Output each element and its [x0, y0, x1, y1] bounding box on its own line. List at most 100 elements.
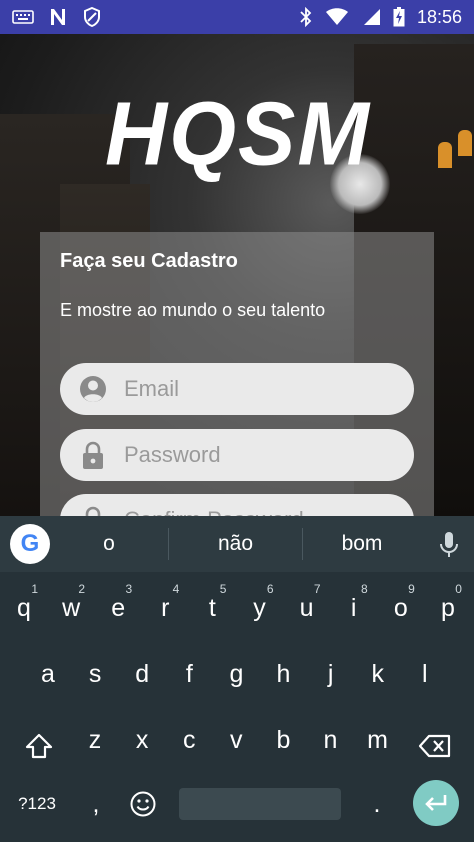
- key-p[interactable]: p0: [426, 578, 470, 638]
- key-number-hint: 1: [31, 582, 38, 596]
- key-label: k: [371, 659, 384, 688]
- period-key[interactable]: .: [355, 774, 399, 834]
- key-o[interactable]: o9: [379, 578, 423, 638]
- status-time: 18:56: [416, 6, 462, 27]
- blocked-icon: [82, 7, 102, 27]
- key-label: b: [276, 725, 291, 754]
- soft-keyboard: G o não bom ?123 , . q1w2e3r4t5y6u7i8o9p…: [0, 516, 474, 842]
- key-x[interactable]: x: [120, 710, 164, 770]
- key-g[interactable]: g: [214, 644, 258, 704]
- key-label: i: [350, 593, 357, 622]
- wifi-icon: [325, 8, 349, 26]
- key-e[interactable]: e3: [96, 578, 140, 638]
- signup-title: Faça seu Cadastro: [60, 250, 238, 272]
- person-icon: [78, 374, 108, 404]
- key-label: f: [185, 659, 193, 688]
- key-label: u: [299, 593, 314, 622]
- key-number-hint: 0: [455, 582, 462, 596]
- key-number-hint: 6: [266, 582, 274, 596]
- key-h[interactable]: h: [262, 644, 306, 704]
- google-icon[interactable]: G: [10, 524, 50, 564]
- key-label: j: [327, 659, 334, 688]
- email-placeholder: Email: [124, 376, 180, 401]
- suggestion-3[interactable]: bom: [303, 516, 421, 572]
- key-label: e: [111, 593, 126, 622]
- app-logo: HQSM: [105, 83, 371, 185]
- key-a[interactable]: a: [26, 644, 70, 704]
- key-label: c: [182, 725, 196, 754]
- key-label: q: [17, 593, 31, 622]
- n-notification-icon: [48, 7, 68, 27]
- symbols-key[interactable]: ?123: [8, 774, 66, 834]
- key-u[interactable]: u7: [285, 578, 329, 638]
- key-number-hint: 3: [125, 582, 133, 596]
- emoji-key[interactable]: [121, 774, 165, 834]
- suggestion-2[interactable]: não: [169, 516, 302, 572]
- key-label: l: [422, 659, 428, 688]
- key-number-hint: 7: [313, 582, 321, 596]
- battery-charging-icon: [393, 7, 405, 27]
- key-w[interactable]: w2: [49, 578, 93, 638]
- password-placeholder: Password: [124, 442, 221, 467]
- signup-card: Faça seu Cadastro E mostre ao mundo o se…: [40, 232, 434, 516]
- key-z[interactable]: z: [73, 710, 117, 770]
- key-b[interactable]: b: [261, 710, 305, 770]
- microphone-icon[interactable]: [436, 530, 462, 560]
- key-t[interactable]: t5: [190, 578, 234, 638]
- space-bar[interactable]: [179, 788, 341, 820]
- key-label: p: [440, 593, 455, 622]
- key-label: t: [208, 593, 216, 622]
- suggestion-strip: G o não bom: [0, 516, 474, 572]
- key-label: z: [88, 725, 102, 754]
- key-label: g: [229, 659, 244, 688]
- key-q[interactable]: q1: [2, 578, 46, 638]
- enter-key[interactable]: [413, 780, 459, 826]
- lock-icon: [78, 505, 108, 516]
- status-bar: 18:56: [0, 0, 474, 34]
- key-i[interactable]: i8: [332, 578, 376, 638]
- key-y[interactable]: y6: [238, 578, 282, 638]
- confirm-password-field[interactable]: Confirm Password: [60, 494, 414, 516]
- lit-window: [438, 142, 452, 168]
- key-n[interactable]: n: [309, 710, 353, 770]
- key-label: m: [367, 725, 388, 754]
- key-label: a: [41, 659, 55, 688]
- key-label: r: [161, 593, 170, 622]
- password-field[interactable]: Password: [60, 429, 414, 481]
- key-number-hint: 8: [361, 582, 368, 596]
- key-m[interactable]: m: [356, 710, 400, 770]
- key-label: s: [88, 659, 102, 688]
- key-label: y: [253, 593, 266, 622]
- key-v[interactable]: v: [214, 710, 258, 770]
- email-field[interactable]: Email: [60, 363, 414, 415]
- key-c[interactable]: c: [167, 710, 211, 770]
- bluetooth-icon: [299, 7, 313, 27]
- key-f[interactable]: f: [167, 644, 211, 704]
- lock-icon: [78, 440, 108, 470]
- key-k[interactable]: k: [356, 644, 400, 704]
- key-r[interactable]: r4: [143, 578, 187, 638]
- confirm-password-placeholder: Confirm Password: [124, 507, 304, 516]
- key-number-hint: 4: [172, 582, 180, 596]
- key-s[interactable]: s: [73, 644, 117, 704]
- key-number-hint: 5: [219, 582, 227, 596]
- key-number-hint: 2: [78, 582, 86, 596]
- key-d[interactable]: d: [120, 644, 164, 704]
- key-label: o: [393, 593, 408, 622]
- signal-icon: [361, 8, 381, 26]
- key-l[interactable]: l: [403, 644, 447, 704]
- signup-subtitle: E mostre ao mundo o seu talento: [60, 300, 326, 320]
- keyboard-icon: [12, 10, 34, 24]
- lit-window: [458, 130, 472, 156]
- key-label: d: [135, 659, 150, 688]
- key-label: w: [62, 593, 81, 622]
- key-label: n: [323, 725, 338, 754]
- suggestion-1[interactable]: o: [50, 516, 168, 572]
- key-label: x: [135, 725, 149, 754]
- key-j[interactable]: j: [309, 644, 353, 704]
- backspace-key[interactable]: [410, 716, 460, 776]
- comma-key[interactable]: ,: [74, 774, 118, 834]
- key-label: h: [276, 659, 291, 688]
- key-number-hint: 9: [408, 582, 415, 596]
- shift-key[interactable]: [14, 716, 64, 776]
